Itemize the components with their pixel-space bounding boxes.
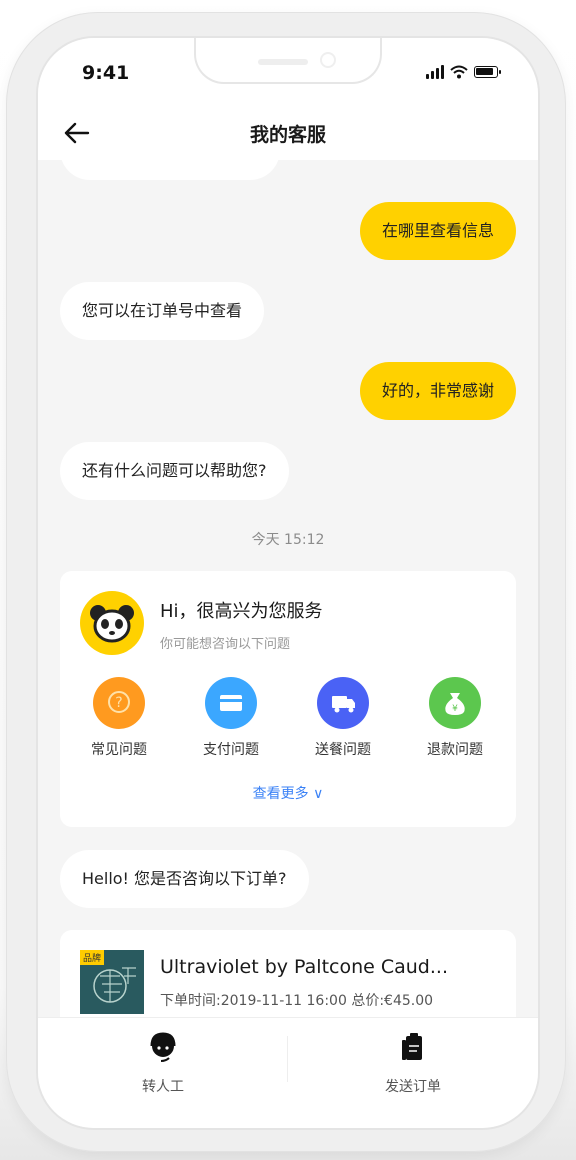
transfer-to-agent-label: 转人工 [142,1079,184,1095]
category-delivery[interactable]: 送餐问题 [298,677,388,759]
card-icon [205,677,257,729]
message-outgoing: 好的，非常感谢 [359,362,516,420]
question-icon: ? [93,677,145,729]
truck-icon [317,677,369,729]
phone-notch [194,38,382,84]
message-incoming: 还有什么问题可以帮助您? [60,442,289,500]
svg-text:¥: ¥ [452,704,458,714]
clipboard-icon [402,1033,422,1060]
service-card: Hi，很高兴为您服务 你可能想咨询以下问题 ? 常见问题 支付问题 送餐问题 ¥… [60,571,516,827]
view-more-link[interactable]: 查看更多 ∨ [60,783,516,803]
bottom-bar: 转人工 发送订单 [38,1017,538,1128]
message-text: 在哪里查看信息 [381,221,494,240]
brand-tag: 品牌 [80,950,105,965]
order-thumbnail: 品牌 [80,950,144,1014]
chat-area: 在哪里查看信息 您可以在订单号中查看 好的，非常感谢 还有什么问题可以帮助您? … [38,160,538,1018]
category-payment[interactable]: 支付问题 [186,677,276,759]
greeting-text: Hi，很高兴为您服务 [160,601,323,622]
category-label: 支付问题 [203,742,259,758]
svg-text:?: ? [115,695,122,711]
wifi-icon [450,65,468,79]
signal-icon [426,65,444,79]
greeting-subtitle: 你可能想咨询以下问题 [160,637,291,652]
send-order-label: 发送订单 [385,1079,441,1095]
status-time: 9:41 [82,62,130,84]
order-title: Ultraviolet by Paltcone Caud... [160,956,448,978]
page-title: 我的客服 [249,124,326,146]
message-incoming: Hello! 您是否咨询以下订单? [60,850,309,908]
panda-icon [90,605,134,643]
message-text: 还有什么问题可以帮助您? [82,461,267,480]
panda-avatar [80,591,144,655]
category-refund[interactable]: ¥ 退款问题 [410,677,500,759]
message-outgoing: 在哪里查看信息 [359,202,516,260]
message-incoming: 您可以在订单号中查看 [60,282,265,340]
money-bag-icon: ¥ [429,677,481,729]
phone-screen: 9:41 我的客服 在哪里查看信息 您可以在订单号中查看 好的，非常感谢 还有什… [38,38,538,1128]
category-label: 退款问题 [427,742,483,758]
status-icons [426,65,501,79]
send-order-button[interactable]: 发送订单 [288,1030,538,1096]
timestamp: 今天 15:12 [251,532,325,548]
order-card[interactable]: 品牌 Ultraviolet by Paltcone Caud... 下单时间:… [60,930,516,1018]
transfer-to-agent-button[interactable]: 转人工 [38,1030,288,1096]
speaker [258,59,308,65]
nav-bar: 我的客服 [38,106,538,160]
category-common-questions[interactable]: ? 常见问题 [74,677,164,759]
headset-icon [150,1032,176,1062]
battery-icon [474,66,501,78]
category-label: 送餐问题 [315,742,371,758]
partial-message-bubble [60,160,280,180]
message-text: 您可以在订单号中查看 [82,301,243,320]
message-text: 好的，非常感谢 [381,381,494,400]
category-label: 常见问题 [91,742,147,758]
order-meta: 下单时间:2019-11-11 16:00 总价:€45.00 [160,993,434,1009]
message-text: Hello! 您是否咨询以下订单? [82,869,287,888]
camera [320,52,336,68]
